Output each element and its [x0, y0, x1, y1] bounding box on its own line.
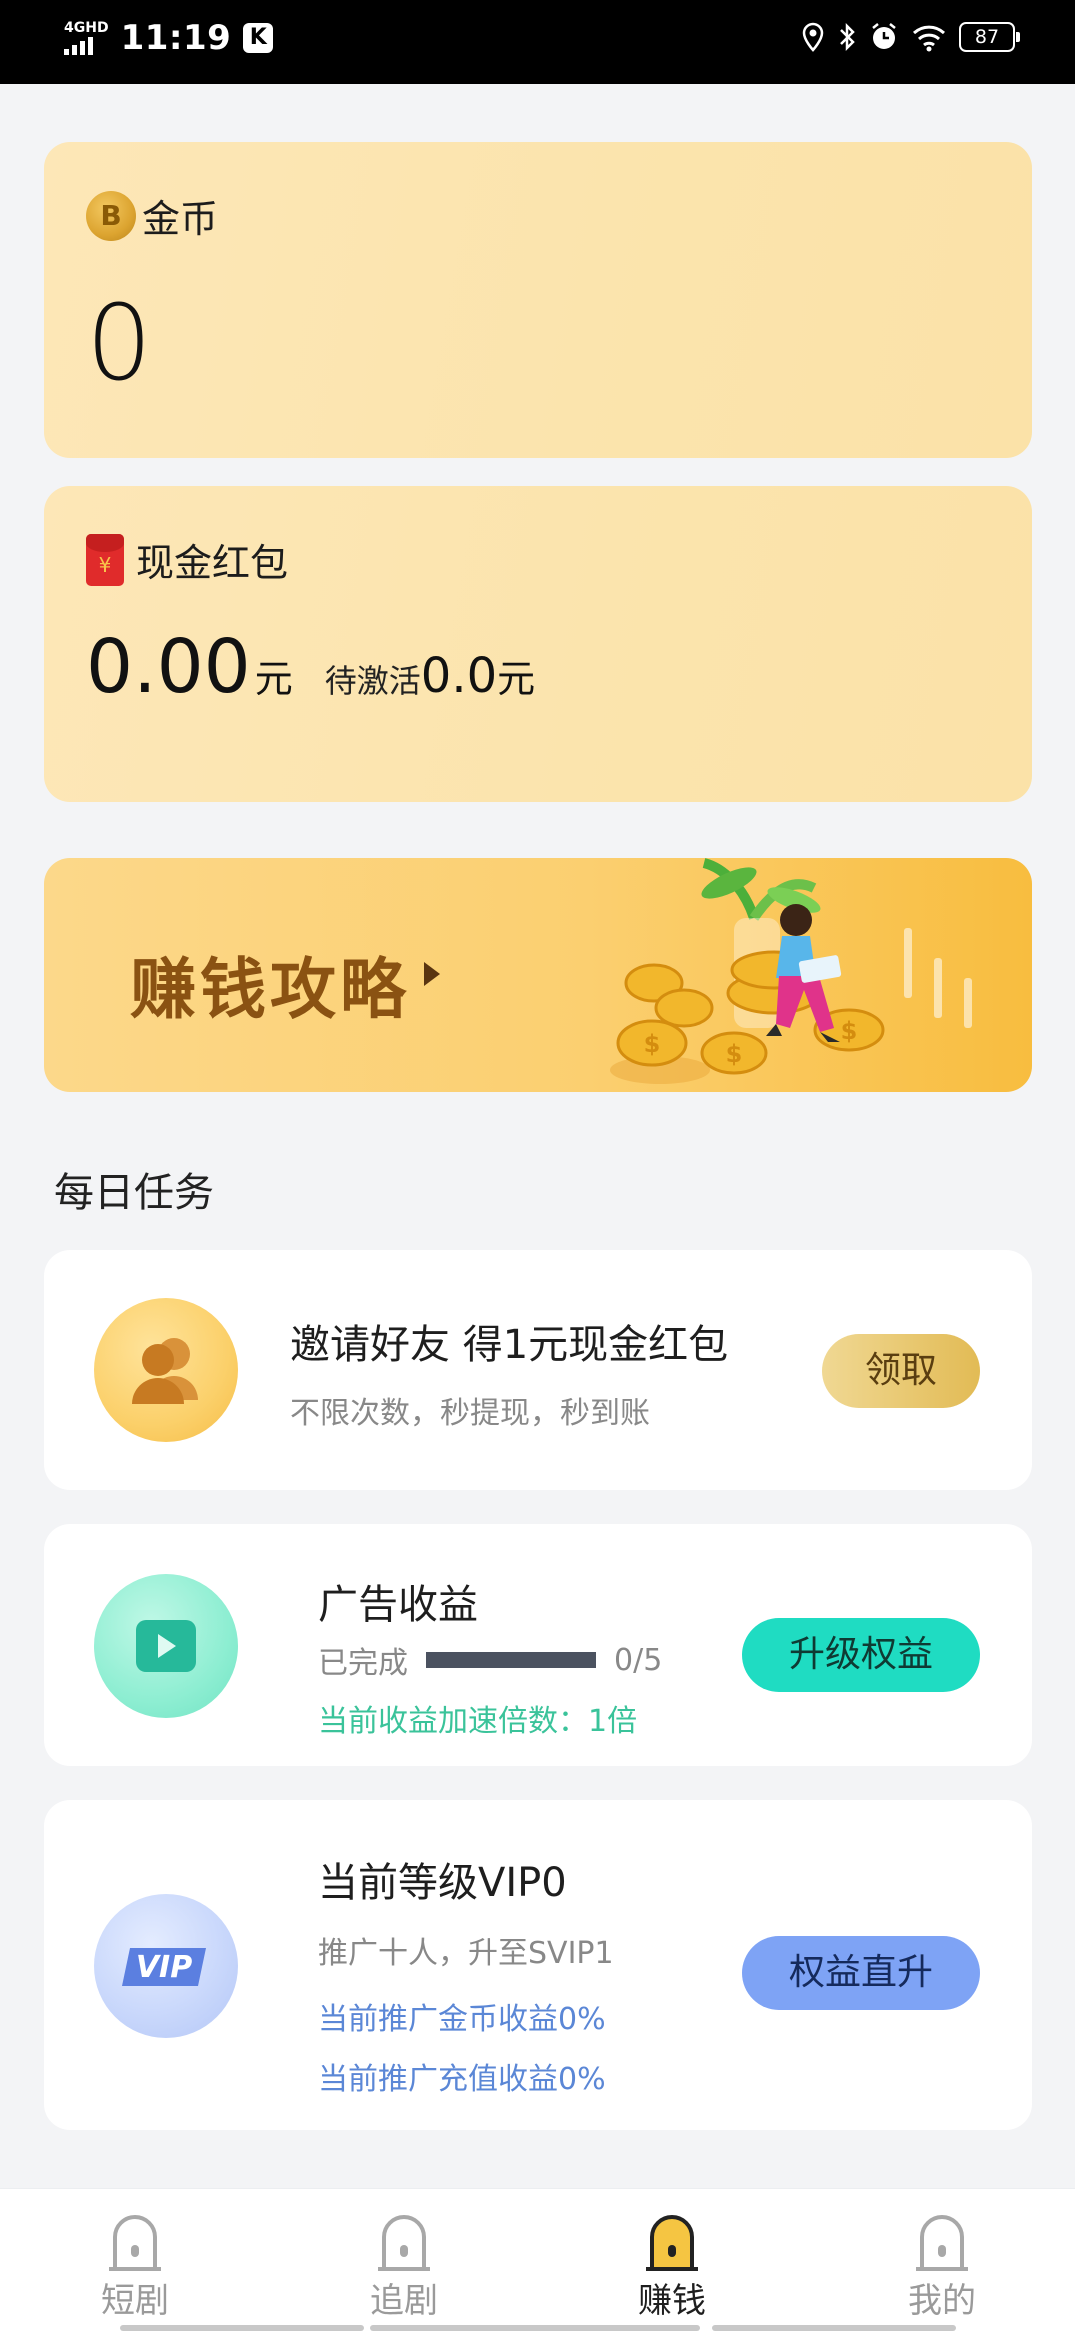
tab-follow-drama-icon: [378, 2215, 430, 2271]
ads-progress-count: 0/5: [614, 1642, 663, 1678]
vip-level-task: VIP 当前等级VIP0 推广十人，升至SVIP1 当前推广金币收益0% 当前推…: [44, 1800, 1032, 2130]
bluetooth-icon: [840, 22, 855, 52]
video-play-icon: [94, 1574, 238, 1718]
ads-progress-bar: [426, 1652, 596, 1668]
friends-icon: [94, 1298, 238, 1442]
tab-short-drama-icon: [109, 2215, 161, 2271]
pending-value: 0.0: [420, 648, 498, 704]
tab-underline: [712, 2325, 956, 2331]
tab-underline: [120, 2325, 364, 2331]
tab-mine-icon: [916, 2215, 968, 2271]
coin-balance-value: 0: [86, 282, 153, 404]
invite-task-title: 邀请好友 得1元现金红包: [290, 1322, 729, 1368]
red-packet-icon: ¥: [86, 533, 124, 586]
status-bar: 4GHD 11:19 K 87: [0, 0, 1075, 84]
completed-label: 已完成: [318, 1646, 408, 1681]
coin-label: 金币: [142, 197, 219, 241]
pending-label: 待激活: [324, 662, 421, 700]
tab-earn-icon: [646, 2215, 698, 2271]
vip-badge-icon: VIP: [94, 1894, 238, 2038]
nav-tab-short-drama[interactable]: 短剧: [55, 2207, 215, 2322]
status-time: 11:19: [120, 18, 232, 58]
network-type: 4GHD: [64, 20, 109, 36]
nav-label-follow-drama: 追剧: [370, 2281, 438, 2321]
nav-tab-follow-drama[interactable]: 追剧: [324, 2207, 484, 2322]
ad-revenue-task: 广告收益 已完成 0/5 当前收益加速倍数：1倍 升级权益: [44, 1524, 1032, 1766]
svg-text:$: $: [726, 1040, 743, 1068]
nav-tab-earn[interactable]: 赚钱: [592, 2207, 752, 2322]
coin-balance-card[interactable]: B 金币 0: [44, 142, 1032, 458]
invite-task-subtitle: 不限次数，秒提现，秒到账: [290, 1396, 650, 1431]
ads-task-title: 广告收益: [318, 1582, 478, 1628]
coins-illustration: $ $ $: [610, 858, 972, 1084]
ads-boost-text: 当前收益加速倍数：1倍: [318, 1704, 638, 1739]
daily-tasks-title: 每日任务: [54, 1170, 214, 1216]
wifi-icon: [912, 25, 946, 52]
cellular-signal-icon: 4GHD: [64, 21, 109, 55]
svg-text:$: $: [841, 1017, 858, 1045]
cash-balance-value: 0.00: [86, 624, 251, 710]
cash-label: 现金红包: [136, 541, 289, 585]
pending-unit: 元: [497, 657, 536, 701]
tab-underline: [370, 2325, 700, 2331]
nav-tab-mine[interactable]: 我的: [862, 2207, 1022, 2322]
direct-upgrade-button[interactable]: 权益直升: [742, 1936, 980, 2010]
claim-button[interactable]: 领取: [822, 1334, 980, 1408]
cash-unit: 元: [254, 657, 293, 701]
banner-title: 赚钱攻略: [130, 951, 410, 1028]
vip-coin-rate: 当前推广金币收益0%: [318, 2002, 606, 2037]
location-icon: [802, 22, 824, 52]
bottom-navigation: 短剧 追剧 赚钱 我的: [0, 2188, 1075, 2335]
ads-progress-fill: [426, 1652, 596, 1668]
earning-guide-banner[interactable]: 赚钱攻略 $ $ $: [44, 858, 1032, 1092]
vip-upgrade-hint: 推广十人，升至SVIP1: [318, 1936, 614, 1971]
nav-label-earn: 赚钱: [638, 2281, 706, 2321]
coin-icon: B: [86, 190, 136, 241]
ads-progress-row: 已完成 0/5: [318, 1638, 662, 1682]
alarm-icon: [872, 23, 896, 49]
vip-level-title: 当前等级VIP0: [318, 1860, 567, 1906]
svg-text:VIP: VIP: [136, 1950, 192, 1985]
svg-text:$: $: [644, 1030, 661, 1058]
upgrade-rights-button[interactable]: 升级权益: [742, 1618, 980, 1692]
vip-recharge-rate: 当前推广充值收益0%: [318, 2062, 606, 2097]
nav-label-short-drama: 短剧: [101, 2281, 169, 2321]
app-notification-icon: K: [243, 23, 274, 53]
nav-label-mine: 我的: [908, 2281, 976, 2321]
battery-indicator: 87: [959, 22, 1020, 52]
invite-friends-task: 邀请好友 得1元现金红包 不限次数，秒提现，秒到账 领取: [44, 1250, 1032, 1490]
play-arrow-icon: [424, 962, 440, 986]
cash-red-packet-card[interactable]: ¥ 现金红包 0.00 元 待激活 0.0 元: [44, 486, 1032, 802]
